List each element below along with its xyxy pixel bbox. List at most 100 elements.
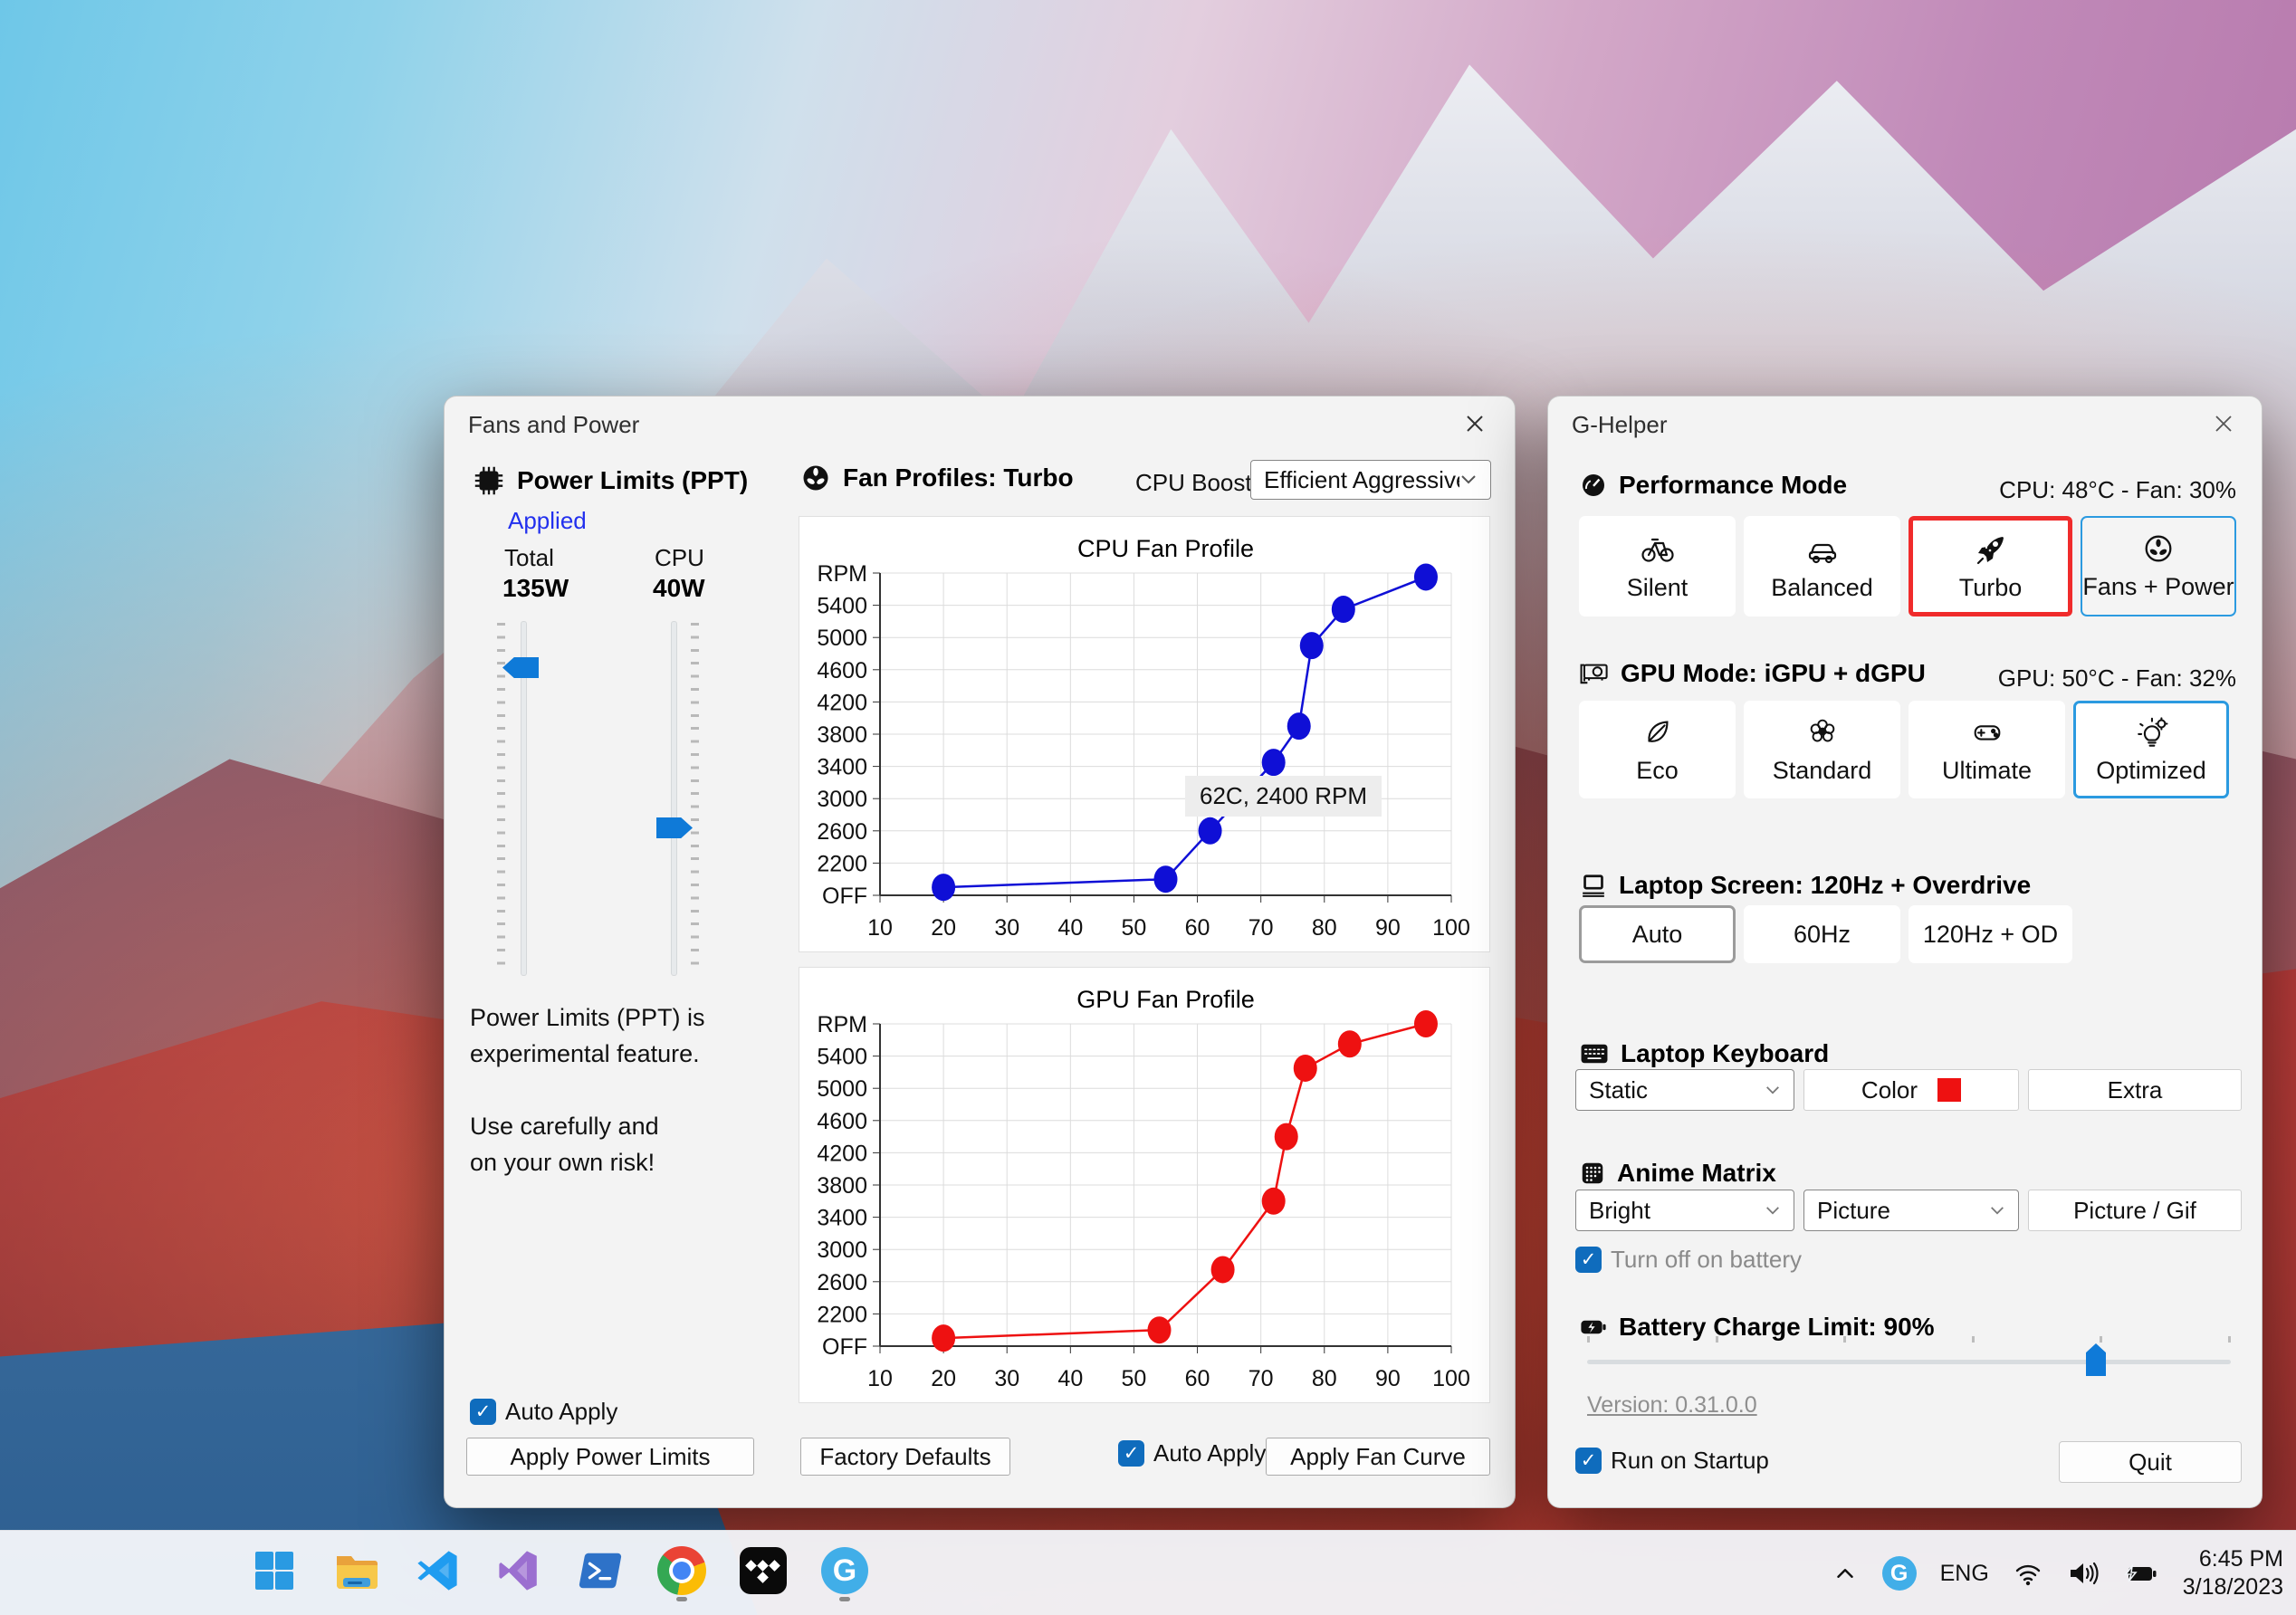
factory-defaults-button[interactable]: Factory Defaults — [800, 1438, 1010, 1476]
cpu-power-slider[interactable] — [649, 621, 699, 976]
anime-brightness-select[interactable]: Bright — [1575, 1190, 1794, 1231]
anime-mode-select[interactable]: Picture — [1803, 1190, 2019, 1231]
taskbar-icons: G — [246, 1538, 873, 1603]
silent-mode-button[interactable]: Silent — [1579, 516, 1736, 616]
ghelper-icon: G — [821, 1547, 868, 1594]
svg-text:60: 60 — [1185, 1366, 1210, 1391]
chrome-button[interactable] — [654, 1538, 710, 1603]
svg-text:3400: 3400 — [817, 1206, 867, 1231]
fans-power-button[interactable]: Fans + Power — [2081, 516, 2236, 616]
cpu-slider-handle[interactable] — [656, 817, 693, 838]
svg-text:2200: 2200 — [817, 1302, 867, 1327]
slider-track[interactable] — [1587, 1360, 2231, 1364]
ultimate-gpu-button[interactable]: Ultimate — [1909, 701, 2065, 798]
gpu-mode-buttons: Eco Standard Ultimate Optimized — [1579, 701, 2229, 798]
svg-text:70: 70 — [1248, 915, 1274, 941]
chevron-down-icon — [1766, 1206, 1779, 1214]
svg-text:3000: 3000 — [817, 787, 867, 812]
battery-charge-limit-slider[interactable] — [1587, 1336, 2231, 1380]
version-link[interactable]: Version: 0.31.0.0 — [1587, 1392, 1757, 1419]
keyboard-extra-button[interactable]: Extra — [2028, 1069, 2242, 1111]
tidal-button[interactable] — [735, 1538, 791, 1603]
anime-matrix-header: Anime Matrix — [1579, 1159, 1776, 1188]
gauge-icon — [1583, 474, 1604, 496]
file-explorer-button[interactable] — [328, 1538, 384, 1603]
ghelper-window: G-Helper Performance Mode CPU: 48°C - Fa… — [1547, 396, 2263, 1508]
laptop-keyboard-header: Laptop Keyboard — [1579, 1039, 1829, 1068]
chevron-down-icon — [1991, 1206, 2004, 1214]
keyboard-color-button[interactable]: Color — [1803, 1069, 2019, 1111]
apply-power-limits-button[interactable]: Apply Power Limits — [466, 1438, 754, 1476]
screen-auto-button[interactable]: Auto — [1579, 905, 1736, 963]
chrome-icon — [657, 1546, 706, 1595]
language-indicator[interactable]: ENG — [1940, 1561, 1989, 1587]
screen-120hz-od-button[interactable]: 120Hz + OD — [1909, 905, 2072, 963]
visual-studio-button[interactable] — [491, 1538, 547, 1603]
svg-text:60: 60 — [1185, 915, 1210, 941]
powershell-button[interactable] — [572, 1538, 628, 1603]
cpu-label: CPU — [655, 544, 704, 571]
gpu-fan-curve-chart[interactable]: RPM 5400 5000 4600 4200 3800 3400 3000 2600 2200 O… — [799, 967, 1490, 1403]
fan-profiles-header: Fan Profiles: Turbo — [799, 462, 1074, 494]
cpu-fan-curve-chart[interactable]: 62C, 2400 RPM RPM 5400 5000 4600 4200 3800 340… — [799, 516, 1490, 952]
svg-text:3800: 3800 — [817, 722, 867, 748]
balanced-mode-button[interactable]: Balanced — [1744, 516, 1900, 616]
close-icon[interactable] — [2211, 411, 2236, 436]
slider-ticks — [497, 623, 505, 974]
svg-text:80: 80 — [1312, 915, 1337, 941]
anime-picture-gif-button[interactable]: Picture / Gif — [2028, 1190, 2242, 1231]
chevron-up-icon[interactable] — [1832, 1560, 1859, 1587]
total-label: Total — [504, 544, 554, 571]
wifi-icon[interactable] — [2013, 1559, 2043, 1588]
fan-curve-tooltip: 62C, 2400 RPM — [1185, 776, 1382, 817]
fans-window-titlebar[interactable]: Fans and Power — [445, 397, 1515, 449]
bulb-gear-icon — [2138, 716, 2168, 747]
total-power-slider[interactable] — [497, 621, 544, 976]
checkbox-checked[interactable]: ✓ — [1575, 1247, 1602, 1273]
apply-fan-curve-button[interactable]: Apply Fan Curve — [1266, 1438, 1490, 1476]
close-icon[interactable] — [1462, 411, 1488, 436]
svg-text:70: 70 — [1248, 1366, 1274, 1391]
run-on-startup-checkbox[interactable]: ✓ Run on Startup — [1575, 1447, 1769, 1475]
vscode-button[interactable] — [409, 1538, 465, 1603]
svg-text:2600: 2600 — [817, 1270, 867, 1295]
chevron-down-icon — [1766, 1085, 1779, 1094]
vscode-icon — [417, 1551, 457, 1591]
svg-text:30: 30 — [994, 915, 1019, 941]
windows-start-icon — [255, 1552, 293, 1590]
volume-icon[interactable] — [2067, 1559, 2100, 1588]
gpu-card-icon — [1580, 664, 1608, 684]
ghelper-tray-icon[interactable]: G — [1881, 1556, 1917, 1591]
ghelper-taskbar-button[interactable]: G — [817, 1538, 873, 1603]
total-value: 135W — [502, 574, 569, 602]
clock[interactable]: 6:45 PM 3/18/2023 — [2183, 1545, 2283, 1601]
svg-text:2200: 2200 — [817, 851, 867, 876]
optimized-gpu-button[interactable]: Optimized — [2073, 701, 2229, 798]
standard-gpu-button[interactable]: Standard — [1744, 701, 1900, 798]
tidal-icon — [740, 1547, 787, 1594]
keyboard-mode-select[interactable]: Static — [1575, 1069, 1794, 1111]
quit-button[interactable]: Quit — [2059, 1441, 2242, 1483]
auto-apply-fan-checkbox[interactable]: ✓ Auto Apply — [1118, 1439, 1266, 1467]
eco-gpu-button[interactable]: Eco — [1579, 701, 1736, 798]
slider-track[interactable] — [671, 621, 677, 976]
svg-text:GPU Fan Profile: GPU Fan Profile — [1076, 986, 1255, 1013]
turbo-mode-button[interactable]: Turbo — [1909, 516, 2072, 616]
svg-text:4600: 4600 — [817, 658, 867, 683]
checkbox-checked[interactable]: ✓ — [1575, 1448, 1602, 1474]
total-slider-handle[interactable] — [502, 657, 539, 678]
checkbox-checked[interactable]: ✓ — [1118, 1440, 1144, 1467]
cpu-boost-select[interactable]: Efficient Aggressive — [1250, 460, 1491, 500]
auto-apply-power-checkbox[interactable]: ✓ Auto Apply — [470, 1398, 617, 1426]
flower-icon — [1810, 719, 1834, 741]
start-button[interactable] — [246, 1538, 302, 1603]
battery-slider-handle[interactable] — [2086, 1343, 2106, 1376]
battery-charging-icon[interactable] — [2123, 1559, 2159, 1588]
screen-60hz-button[interactable]: 60Hz — [1744, 905, 1900, 963]
turn-off-on-battery-checkbox[interactable]: ✓ Turn off on battery — [1575, 1246, 1802, 1274]
svg-text:3000: 3000 — [817, 1238, 867, 1263]
ghelper-titlebar[interactable]: G-Helper — [1548, 397, 2262, 449]
checkbox-checked[interactable]: ✓ — [470, 1399, 496, 1425]
file-explorer-icon — [337, 1556, 378, 1589]
gpu-temp-fan-status: GPU: 50°C - Fan: 32% — [1997, 664, 2236, 692]
